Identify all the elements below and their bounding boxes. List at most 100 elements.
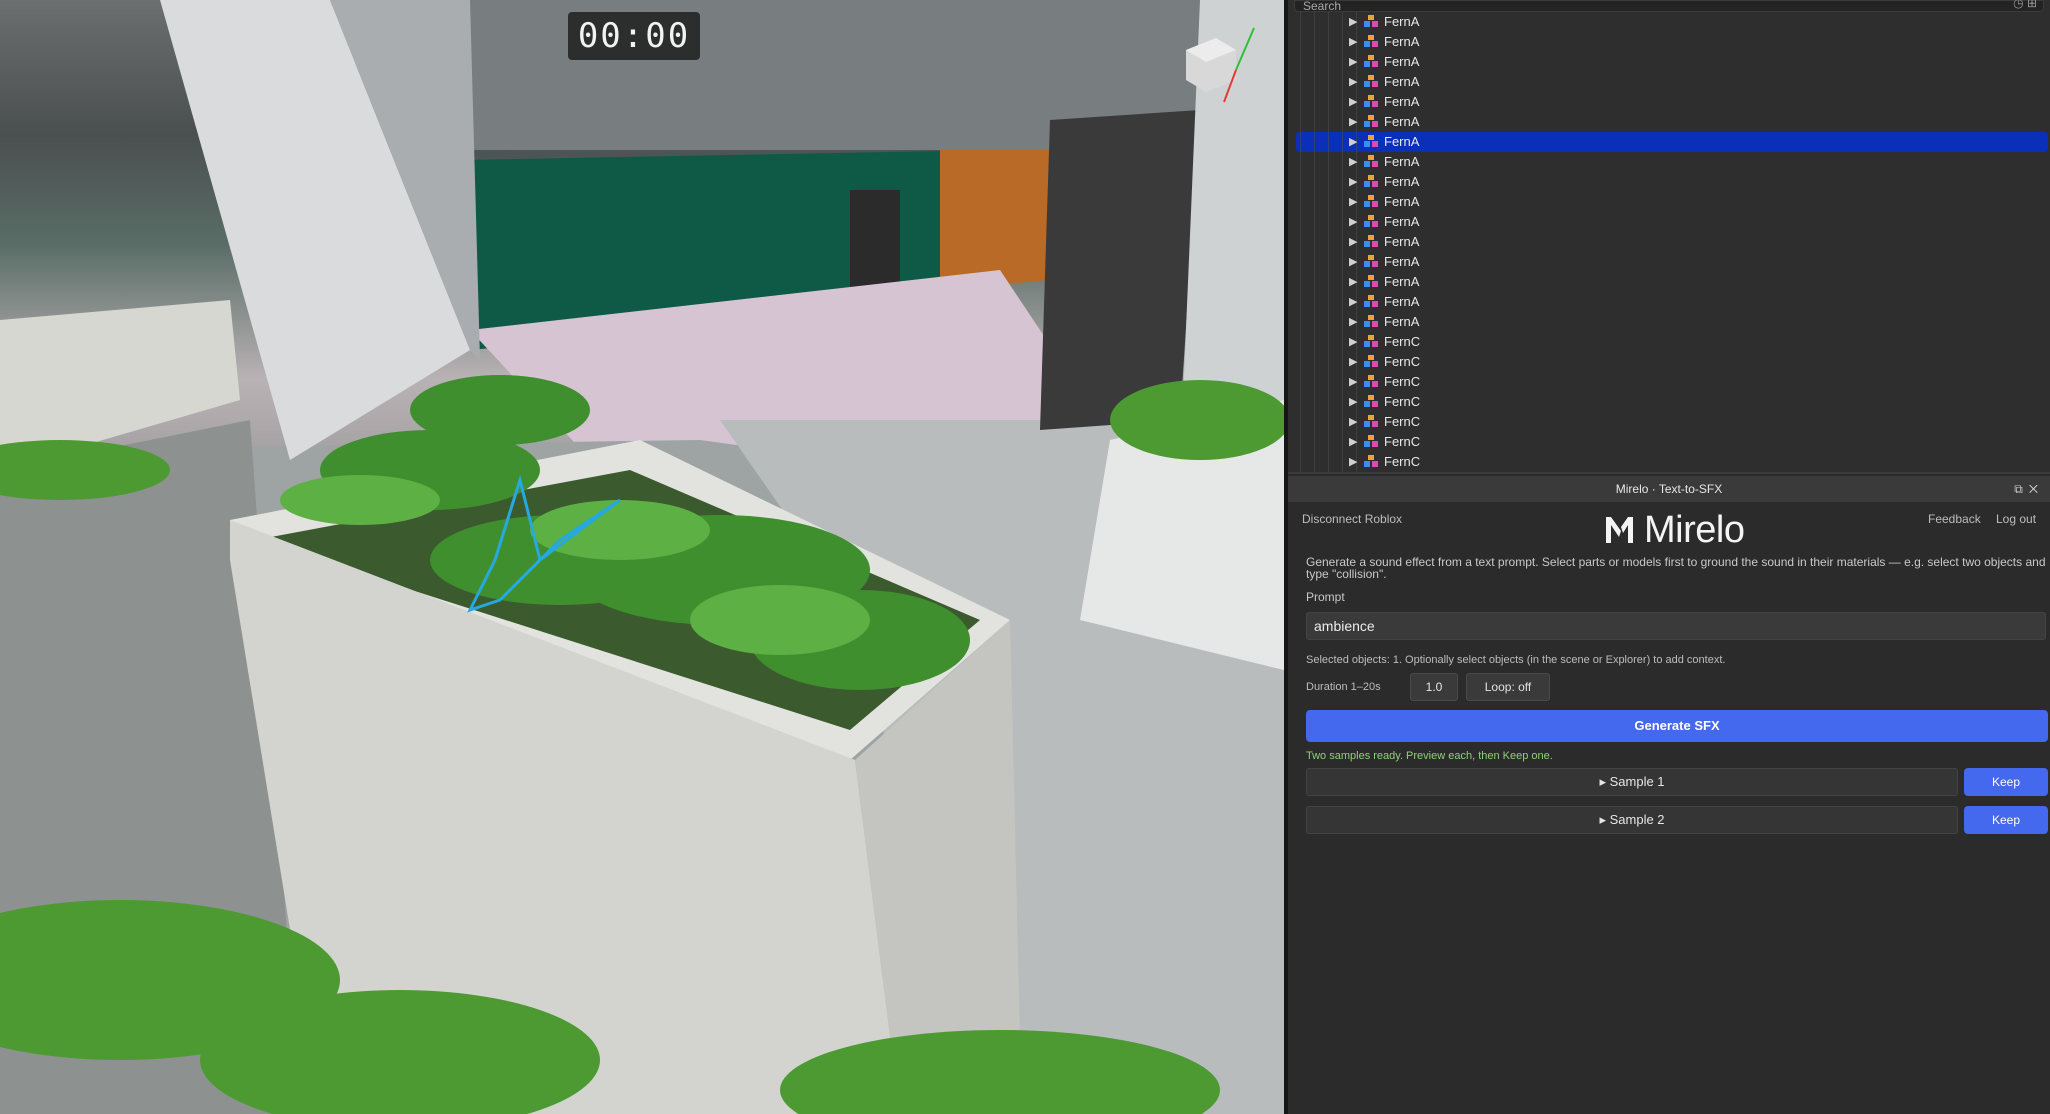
- sample-1-preview-button[interactable]: ▸ Sample 1: [1306, 768, 1958, 796]
- tree-row-label: FernA: [1384, 274, 1420, 289]
- panel-splitter[interactable]: [1288, 472, 2050, 474]
- 3d-viewport[interactable]: 00:00: [0, 0, 1284, 1114]
- model-icon: [1364, 355, 1378, 367]
- explorer-search-input[interactable]: Search ◷ ⊞: [1294, 0, 2044, 12]
- tree-row-label: FernA: [1384, 234, 1420, 249]
- model-icon: [1364, 295, 1378, 307]
- tree-row-label: FernC: [1384, 334, 1421, 349]
- expand-caret-icon[interactable]: ▶: [1349, 255, 1357, 268]
- expand-caret-icon[interactable]: ▶: [1349, 15, 1357, 28]
- plugin-title: Mirelo · Text-to-SFX: [1615, 482, 1723, 496]
- status-message: Two samples ready. Preview each, then Ke…: [1306, 750, 1553, 762]
- explorer-tree-row[interactable]: ▶ FernA: [1288, 32, 2050, 52]
- explorer-tree-row[interactable]: ▶ FernA: [1288, 292, 2050, 312]
- plugin-titlebar[interactable]: Mirelo · Text-to-SFX ⧉✕: [1288, 476, 2050, 502]
- expand-caret-icon[interactable]: ▶: [1349, 55, 1357, 68]
- sample-2-preview-button[interactable]: ▸ Sample 2: [1306, 806, 1958, 834]
- expand-caret-icon[interactable]: ▶: [1349, 135, 1357, 148]
- model-icon: [1364, 435, 1378, 447]
- expand-caret-icon[interactable]: ▶: [1349, 415, 1357, 428]
- view-cube-icon[interactable]: [1176, 20, 1266, 110]
- expand-caret-icon[interactable]: ▶: [1349, 175, 1357, 188]
- explorer-tree-row[interactable]: ▶ FernA: [1288, 212, 2050, 232]
- tree-row-label: FernC: [1384, 434, 1421, 449]
- expand-caret-icon[interactable]: ▶: [1349, 235, 1357, 248]
- model-icon: [1364, 55, 1378, 67]
- generate-sfx-button[interactable]: Generate SFX: [1306, 710, 2048, 742]
- explorer-tree-row[interactable]: ▶ FernA: [1288, 152, 2050, 172]
- model-icon: [1364, 255, 1378, 267]
- explorer-tree-row[interactable]: ▶ FernA: [1288, 192, 2050, 212]
- explorer-tree-row[interactable]: ▶ FernA: [1288, 12, 2050, 32]
- explorer-tree-row[interactable]: ▶ FernA: [1288, 312, 2050, 332]
- model-icon: [1364, 455, 1378, 467]
- loop-toggle-button[interactable]: Loop: off: [1466, 673, 1550, 701]
- explorer-tree-row[interactable]: ▶ FernA: [1288, 92, 2050, 112]
- tree-row-label: FernA: [1384, 114, 1420, 129]
- model-icon: [1364, 235, 1378, 247]
- explorer-tree-row[interactable]: ▶ FernA: [1296, 132, 2048, 152]
- tree-row-label: FernC: [1384, 414, 1421, 429]
- mirelo-mark-icon: [1606, 517, 1633, 543]
- tree-row-label: FernC: [1384, 354, 1421, 369]
- filter-icon[interactable]: ◷ ⊞: [2013, 0, 2037, 9]
- model-icon: [1364, 155, 1378, 167]
- expand-caret-icon[interactable]: ▶: [1349, 155, 1357, 168]
- explorer-panel: Search ◷ ⊞ ▶ FernA ▶ FernA ▶ FernA ▶ FernA ▶ Fern…: [1288, 0, 2050, 474]
- mirelo-plugin-panel: Mirelo · Text-to-SFX ⧉✕ Disconnect Roblo…: [1288, 476, 2050, 1114]
- model-icon: [1364, 215, 1378, 227]
- tree-row-label: FernA: [1384, 154, 1420, 169]
- explorer-tree-row[interactable]: ▶ FernA: [1288, 272, 2050, 292]
- expand-caret-icon[interactable]: ▶: [1349, 375, 1357, 388]
- expand-caret-icon[interactable]: ▶: [1349, 115, 1357, 128]
- explorer-tree-row[interactable]: ▶ FernA: [1288, 72, 2050, 92]
- explorer-tree-row[interactable]: ▶ FernC: [1288, 432, 2050, 452]
- expand-caret-icon[interactable]: ▶: [1349, 275, 1357, 288]
- prompt-input[interactable]: [1306, 612, 2046, 640]
- explorer-tree-row[interactable]: ▶ FernC: [1288, 392, 2050, 412]
- explorer-tree-row[interactable]: ▶ FernC: [1288, 352, 2050, 372]
- expand-caret-icon[interactable]: ▶: [1349, 435, 1357, 448]
- tree-row-label: FernA: [1384, 254, 1420, 269]
- expand-caret-icon[interactable]: ▶: [1349, 455, 1357, 468]
- expand-caret-icon[interactable]: ▶: [1349, 195, 1357, 208]
- expand-caret-icon[interactable]: ▶: [1349, 335, 1357, 348]
- duration-label: Duration 1–20s: [1306, 681, 1381, 693]
- sample-row-2: ▸ Sample 2 Keep: [1306, 806, 2048, 834]
- feedback-link[interactable]: Feedback: [1928, 512, 1981, 526]
- duration-input[interactable]: [1410, 673, 1458, 701]
- expand-caret-icon[interactable]: ▶: [1349, 295, 1357, 308]
- expand-caret-icon[interactable]: ▶: [1349, 35, 1357, 48]
- tree-row-label: FernA: [1384, 34, 1420, 49]
- expand-caret-icon[interactable]: ▶: [1349, 395, 1357, 408]
- expand-caret-icon[interactable]: ▶: [1349, 315, 1357, 328]
- expand-caret-icon[interactable]: ▶: [1349, 95, 1357, 108]
- explorer-tree-row[interactable]: ▶ FernA: [1288, 112, 2050, 132]
- expand-caret-icon[interactable]: ▶: [1349, 215, 1357, 228]
- sample-1-keep-button[interactable]: Keep: [1964, 768, 2048, 796]
- tree-row-label: FernA: [1384, 74, 1420, 89]
- explorer-tree-row[interactable]: ▶ FernC: [1288, 372, 2050, 392]
- tree-row-label: FernC: [1384, 374, 1421, 389]
- sample-2-keep-button[interactable]: Keep: [1964, 806, 2048, 834]
- explorer-tree-row[interactable]: ▶ FernC: [1288, 452, 2050, 472]
- popout-icon[interactable]: ⧉: [2014, 482, 2029, 496]
- explorer-tree-row[interactable]: ▶ FernA: [1288, 232, 2050, 252]
- tree-row-label: FernA: [1384, 214, 1420, 229]
- model-icon: [1364, 15, 1378, 27]
- close-icon[interactable]: ✕: [2029, 482, 2044, 496]
- expand-caret-icon[interactable]: ▶: [1349, 75, 1357, 88]
- disconnect-roblox-link[interactable]: Disconnect Roblox: [1302, 512, 1402, 526]
- logout-link[interactable]: Log out: [1996, 512, 2036, 526]
- explorer-tree-row[interactable]: ▶ FernA: [1288, 52, 2050, 72]
- explorer-tree-row[interactable]: ▶ FernC: [1288, 332, 2050, 352]
- explorer-tree-row[interactable]: ▶ FernA: [1288, 252, 2050, 272]
- model-icon: [1364, 395, 1378, 407]
- model-icon: [1364, 75, 1378, 87]
- model-icon: [1364, 195, 1378, 207]
- explorer-tree-row[interactable]: ▶ FernC: [1288, 412, 2050, 432]
- model-icon: [1364, 375, 1378, 387]
- explorer-tree-row[interactable]: ▶ FernA: [1288, 172, 2050, 192]
- expand-caret-icon[interactable]: ▶: [1349, 355, 1357, 368]
- logo-text: Mirelo: [1644, 508, 1745, 551]
